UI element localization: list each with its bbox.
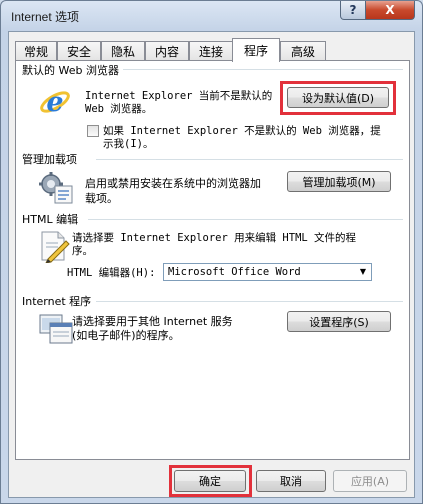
group-divider <box>96 301 403 302</box>
tab-security[interactable]: 安全 <box>57 41 101 61</box>
browser-status-line1: Internet Explorer 当前不是默认的 <box>85 90 273 102</box>
internet-explorer-icon: e <box>40 87 70 118</box>
cancel-button[interactable]: 取消 <box>256 470 326 492</box>
internet-programs-group-title: Internet 程序 <box>22 293 96 309</box>
prompt-default-checkbox[interactable] <box>87 125 99 137</box>
html-editor-select[interactable]: Microsoft Office Word ▼ <box>163 263 372 281</box>
addons-group-title: 管理加载项 <box>22 151 81 167</box>
tab-programs[interactable]: 程序 <box>232 38 280 62</box>
apply-button[interactable]: 应用(A) <box>333 470 407 492</box>
dialog-window: Internet 选项 ? X 常规 安全 隐私 内容 连接 程序 高级 默认的… <box>0 0 423 504</box>
title-bar[interactable]: Internet 选项 ? X <box>1 1 422 31</box>
addons-description-line2: 载项。 <box>85 192 118 205</box>
group-divider <box>96 159 403 160</box>
close-icon: X <box>385 3 395 17</box>
gear-addons-icon <box>39 172 73 204</box>
web-browser-group-title: 默认的 Web 浏览器 <box>22 62 123 78</box>
tab-connections[interactable]: 连接 <box>189 41 233 61</box>
prompt-default-label-line1: 如果 Internet Explorer 不是默认的 Web 浏览器，提 <box>103 125 381 137</box>
manage-addons-button[interactable]: 管理加载项(M) <box>287 171 391 192</box>
prompt-default-label-line2: 示我(I)。 <box>103 138 154 150</box>
tab-privacy[interactable]: 隐私 <box>101 41 145 61</box>
red-highlight-box <box>280 81 396 115</box>
set-programs-button[interactable]: 设置程序(S) <box>287 311 391 332</box>
browser-status-line2: Web 浏览器。 <box>85 103 153 115</box>
programs-description-line2: (如电子邮件)的程序。 <box>72 329 180 342</box>
programs-panel: 默认的 Web 浏览器 e Internet Explorer 当前不是默认的 … <box>15 60 410 460</box>
close-button[interactable]: X <box>365 1 415 20</box>
html-editor-value: Microsoft Office Word <box>168 266 301 278</box>
tab-general[interactable]: 常规 <box>15 41 57 61</box>
dialog-client: 常规 安全 隐私 内容 连接 程序 高级 默认的 Web 浏览器 e Inter… <box>8 31 415 498</box>
internet-programs-icon <box>39 314 73 344</box>
group-divider <box>88 219 403 220</box>
addons-description-line1: 启用或禁用安装在系统中的浏览器加 <box>85 177 261 190</box>
programs-description-line1: 请选择要用于其他 Internet 服务 <box>72 315 233 328</box>
help-icon: ? <box>349 3 357 17</box>
svg-text:e: e <box>46 87 63 118</box>
red-highlight-box <box>169 465 252 497</box>
tab-content[interactable]: 内容 <box>145 41 189 61</box>
tab-strip: 常规 安全 隐私 内容 连接 程序 高级 <box>15 38 410 62</box>
html-edit-description-line2: 序。 <box>72 245 93 257</box>
window-title: Internet 选项 <box>11 10 80 24</box>
chevron-down-icon: ▼ <box>359 267 367 276</box>
html-edit-description-line1: 请选择要 Internet Explorer 用来编辑 HTML 文件的程 <box>72 232 357 244</box>
html-edit-icon <box>41 231 70 263</box>
tab-advanced[interactable]: 高级 <box>280 41 326 61</box>
html-edit-group-title: HTML 编辑 <box>22 211 83 227</box>
help-button[interactable]: ? <box>340 1 366 20</box>
html-editor-label: HTML 编辑器(H): <box>67 267 156 279</box>
